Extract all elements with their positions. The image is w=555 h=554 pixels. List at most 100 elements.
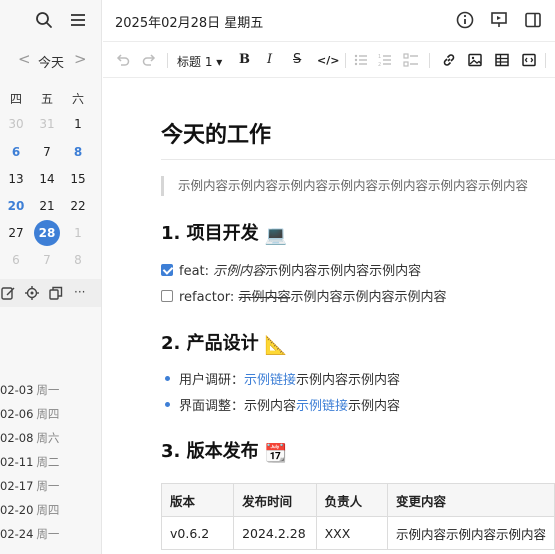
calendar-day[interactable]: 8: [65, 247, 91, 273]
list-item[interactable]: 02-24 周一: [0, 526, 59, 546]
calendar-nav: < 今天 >: [0, 50, 101, 71]
heading-select[interactable]: 标题 1 ▾: [177, 53, 222, 71]
checkbox-unchecked[interactable]: [161, 290, 173, 302]
info-icon[interactable]: [455, 10, 475, 30]
bullet-text: 示例内容: [348, 399, 401, 414]
task-strike-text: 示例内容: [238, 290, 291, 305]
task-italic-text: 示例内容: [213, 264, 266, 279]
laptop-icon: 💻: [264, 225, 288, 246]
section-heading: 1. 项目开发 💻: [161, 219, 287, 246]
image-icon[interactable]: [467, 52, 483, 70]
weekday-label: 四: [9, 92, 22, 106]
code-block-icon[interactable]: [521, 52, 537, 70]
list-item-weekday: 周四: [36, 407, 60, 421]
weekday-label: 五: [40, 92, 53, 106]
calendar-day-today[interactable]: 28: [34, 220, 60, 246]
blockquote: 示例内容示例内容示例内容示例内容示例内容示例内容示例内容: [161, 176, 555, 196]
more-icon[interactable]: ···: [74, 285, 90, 301]
calendar-day[interactable]: 6: [3, 139, 29, 165]
calendar-next-button[interactable]: >: [74, 50, 87, 68]
list-item-date: 02-06: [0, 407, 34, 421]
table-header-cell: 发布时间: [233, 483, 317, 517]
top-bar: 2025年02月28日 星期五: [103, 0, 555, 40]
list-item[interactable]: 02-06 周四: [0, 406, 59, 426]
section-heading: 3. 版本发布 📆: [161, 437, 287, 464]
copy-icon[interactable]: [48, 285, 64, 301]
sidebar-toggle-icon[interactable]: [523, 10, 543, 30]
list-item-date: 02-08: [0, 431, 34, 445]
list-item[interactable]: 02-17 周一: [0, 478, 59, 498]
calendar-day[interactable]: 31: [34, 111, 60, 137]
menu-icon[interactable]: [68, 10, 88, 30]
calendar-day[interactable]: 1: [65, 111, 91, 137]
ruler-icon: 📐: [264, 335, 288, 356]
bullet-label: 界面调整：示例内容: [179, 399, 297, 414]
table-cell[interactable]: v0.6.2: [160, 516, 235, 550]
list-item-weekday: 周六: [36, 431, 60, 445]
list-item-date: 02-20: [0, 503, 34, 517]
task-item: feat: 示例内容示例内容示例内容示例内容: [161, 260, 422, 279]
section-heading-text: 3. 版本发布: [161, 441, 259, 462]
table-cell[interactable]: 2024.2.28: [233, 516, 317, 550]
calendar-day[interactable]: 14: [34, 166, 60, 192]
list-item[interactable]: 02-20 周四: [0, 502, 59, 522]
calendar-day[interactable]: 30: [3, 111, 29, 137]
inline-link[interactable]: 示例链接: [296, 399, 348, 414]
list-item[interactable]: 02-08 周六: [0, 430, 59, 450]
task-text: 示例内容示例内容示例内容: [265, 264, 422, 279]
sidebar: < 今天 > 四 五 六 30 31 1 6 7 8 13 14 15 20 2…: [0, 0, 102, 554]
page-title: 2025年02月28日 星期五: [115, 16, 264, 31]
list-item[interactable]: 02-03 周一: [0, 382, 59, 402]
italic-button[interactable]: I: [267, 52, 272, 70]
calendar-prev-button[interactable]: <: [18, 50, 31, 68]
section-heading: 2. 产品设计 📐: [161, 329, 287, 356]
calendar-day[interactable]: 6: [3, 247, 29, 273]
sidebar-header: [0, 0, 101, 40]
calendar-today-button[interactable]: 今天: [38, 52, 64, 71]
table-cell[interactable]: 示例内容示例内容示例内容: [386, 516, 555, 550]
code-button[interactable]: </>: [317, 54, 339, 72]
calendar-day[interactable]: 20: [3, 193, 29, 219]
calendar-day[interactable]: 8: [65, 139, 91, 165]
bold-button[interactable]: B: [239, 52, 250, 70]
checkbox-checked[interactable]: [161, 264, 173, 276]
ordered-list-icon[interactable]: 12: [377, 52, 393, 70]
calendar-day[interactable]: 21: [34, 193, 60, 219]
list-item: 用户调研：示例链接示例内容示例内容: [165, 369, 400, 388]
search-icon[interactable]: [34, 10, 54, 30]
table-header-cell: 版本: [160, 483, 235, 517]
toolbar-divider: [345, 53, 346, 68]
calendar-day[interactable]: 15: [65, 166, 91, 192]
list-item[interactable]: 02-11 周二: [0, 454, 59, 474]
editor-content[interactable]: 今天的工作 示例内容示例内容示例内容示例内容示例内容示例内容示例内容 1. 项目…: [103, 79, 555, 554]
bullet-label: 用户调研：: [179, 373, 245, 388]
redo-icon[interactable]: [141, 52, 157, 70]
toolbar-divider: [167, 53, 168, 68]
weekday-label: 六: [71, 92, 84, 106]
table-icon[interactable]: [494, 52, 510, 70]
editor-toolbar: 标题 1 ▾ B I S </> 12: [103, 41, 555, 78]
strikethrough-button[interactable]: S: [293, 52, 301, 70]
inline-link[interactable]: 示例链接: [244, 373, 296, 388]
edit-note-icon[interactable]: [0, 285, 16, 301]
list-item-date: 02-11: [0, 455, 34, 469]
svg-text:1: 1: [378, 54, 381, 60]
calendar-day[interactable]: 22: [65, 193, 91, 219]
calendar-day[interactable]: 7: [34, 247, 60, 273]
section-heading-text: 2. 产品设计: [161, 333, 259, 354]
task-text: 示例内容示例内容示例内容: [290, 290, 447, 305]
checklist-icon[interactable]: [403, 52, 419, 70]
calendar-day[interactable]: 1: [65, 220, 91, 246]
bullet-list-icon[interactable]: [353, 52, 369, 70]
undo-icon[interactable]: [115, 52, 131, 70]
calendar-day[interactable]: 7: [34, 139, 60, 165]
task-prefix: feat:: [179, 264, 214, 279]
link-icon[interactable]: [441, 52, 457, 70]
table-cell[interactable]: XXX: [315, 516, 388, 550]
task-prefix: refactor:: [179, 290, 239, 305]
locate-icon[interactable]: [24, 285, 40, 301]
calendar-day[interactable]: 27: [3, 220, 29, 246]
calendar-day[interactable]: 13: [3, 166, 29, 192]
table-header-cell: 变更内容: [386, 483, 555, 517]
presentation-icon[interactable]: [489, 10, 509, 30]
